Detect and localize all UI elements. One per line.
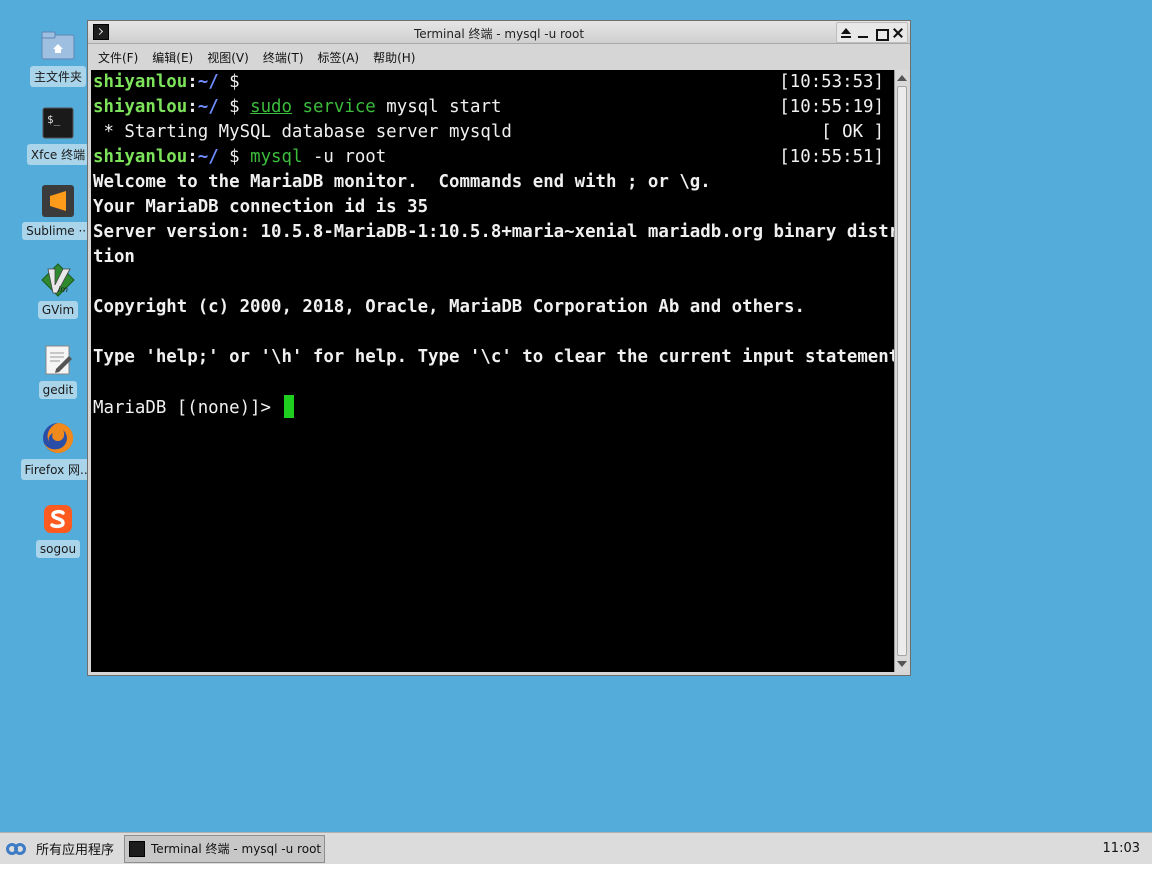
desktop-icon-xfce-terminal[interactable]: $_ Xfce 终端 (20, 106, 96, 165)
xfce-logo-icon (6, 840, 30, 858)
prompt-sep: : (187, 97, 198, 117)
prompt-user: shiyanlou (93, 72, 188, 92)
text-cursor (284, 395, 295, 418)
menu-file[interactable]: 文件(F) (98, 49, 138, 66)
prompt-user: shiyanlou (93, 97, 188, 117)
desktop-icon-gvim[interactable]: im GVim (20, 263, 96, 319)
desktop-icon-label: gedit (38, 381, 78, 399)
svg-text:im: im (58, 285, 68, 294)
cmd-args: -u root (302, 147, 387, 167)
output-line: Server version: 10.5.8-MariaDB-1:10.5.8+… (93, 222, 894, 242)
desktop-icon-gedit[interactable]: gedit (20, 343, 96, 399)
output-line: tion (93, 247, 135, 267)
sublime-text-icon (41, 184, 75, 218)
close-icon[interactable] (891, 26, 905, 40)
clock[interactable]: 11:03 (1103, 841, 1140, 856)
maximize-icon[interactable] (874, 26, 889, 41)
terminal-icon (129, 840, 146, 857)
shade-icon[interactable] (839, 26, 853, 40)
output-line: Your MariaDB connection id is 35 (93, 197, 429, 217)
menu-terminal[interactable]: 终端(T) (263, 49, 304, 66)
menu-view[interactable]: 视图(V) (207, 49, 249, 66)
scroll-down-icon[interactable] (897, 659, 907, 669)
desktop-icon-firefox[interactable]: Firefox 网... (20, 421, 96, 480)
mariadb-prompt-line: MariaDB [(none)]> (93, 395, 295, 420)
vertical-scrollbar[interactable] (894, 70, 909, 672)
terminal-output[interactable]: shiyanlou:~/ $ [10:53:53] shiyanlou:~/ $… (91, 70, 894, 672)
ok-status: [ OK ] (821, 122, 884, 142)
timestamp: [10:53:53] (779, 72, 884, 92)
gedit-icon (41, 343, 75, 377)
cmd-service: service (302, 97, 376, 117)
prompt-char: $ (218, 147, 240, 167)
svg-text:$_: $_ (47, 113, 61, 126)
prompt-sep: : (187, 72, 198, 92)
desktop-icon-label: Sublime ··· (22, 222, 94, 240)
prompt-path: ~/ (197, 147, 219, 167)
desktop-icon-sogou[interactable]: sogou (20, 502, 96, 558)
cmd-args: mysql start (375, 97, 502, 117)
minimize-icon[interactable] (856, 26, 870, 40)
desktop-icon-label: Xfce 终端 (26, 144, 90, 165)
taskbar-item-terminal[interactable]: Terminal 终端 - mysql -u root (124, 834, 326, 863)
desktop-icon-home[interactable]: 主文件夹 (20, 28, 96, 87)
scrollbar-thumb[interactable] (897, 86, 907, 656)
applications-menu-button[interactable]: 所有应用程序 (6, 839, 114, 858)
prompt-line: shiyanlou:~/ $ (93, 70, 240, 95)
prompt-char: $ (218, 97, 240, 117)
output-line: Copyright (c) 2000, 2018, Oracle, MariaD… (93, 297, 805, 317)
desktop-icon-label: sogou (35, 540, 81, 558)
mariadb-prompt: MariaDB [(none)]> (93, 398, 271, 418)
window-title: Terminal 终端 - mysql -u root (413, 27, 585, 41)
menu-help[interactable]: 帮助(H) (373, 49, 415, 66)
applications-menu-label: 所有应用程序 (36, 843, 115, 858)
prompt-sep: : (187, 147, 198, 167)
desktop-icon-sublime[interactable]: Sublime ··· (20, 184, 96, 240)
menu-edit[interactable]: 编辑(E) (152, 49, 193, 66)
window-titlebar[interactable]: Terminal 终端 - mysql -u root (88, 21, 910, 44)
output-line: Welcome to the MariaDB monitor. Commands… (93, 172, 711, 192)
taskbar-item-label: Terminal 终端 - mysql -u root (151, 842, 322, 856)
terminal-window: Terminal 终端 - mysql -u root 文件(F) 编辑(E) … (87, 20, 911, 676)
taskbar: 所有应用程序 Terminal 终端 - mysql -u root 11:03 (0, 832, 1152, 864)
menu-tabs[interactable]: 标签(A) (318, 49, 360, 66)
firefox-icon (41, 421, 75, 455)
prompt-line: shiyanlou:~/ $ mysql -u root (93, 145, 386, 170)
prompt-path: ~/ (197, 72, 219, 92)
prompt-char: $ (218, 72, 240, 92)
menubar: 文件(F) 编辑(E) 视图(V) 终端(T) 标签(A) 帮助(H) (88, 45, 910, 69)
prompt-path: ~/ (197, 97, 219, 117)
output-line: * Starting MySQL database server mysqld (93, 122, 512, 142)
gvim-icon: im (41, 263, 75, 297)
sogou-icon (41, 502, 75, 536)
scroll-up-icon[interactable] (897, 73, 907, 83)
desktop-icon-label: GVim (37, 301, 79, 319)
terminal-icon: $_ (41, 106, 75, 140)
timestamp: [10:55:51] (779, 147, 884, 167)
timestamp: [10:55:19] (779, 97, 884, 117)
desktop-icon-label: 主文件夹 (29, 66, 86, 87)
cmd-mysql: mysql (250, 147, 303, 167)
window-controls (836, 22, 908, 43)
prompt-line: shiyanlou:~/ $ sudo service mysql start (93, 95, 501, 120)
desktop-icon-label: Firefox 网... (20, 459, 96, 480)
home-folder-icon (41, 28, 75, 62)
output-line: Type 'help;' or '\h' for help. Type '\c'… (93, 347, 894, 367)
cmd-sudo: sudo (250, 97, 292, 117)
prompt-user: shiyanlou (93, 147, 188, 167)
